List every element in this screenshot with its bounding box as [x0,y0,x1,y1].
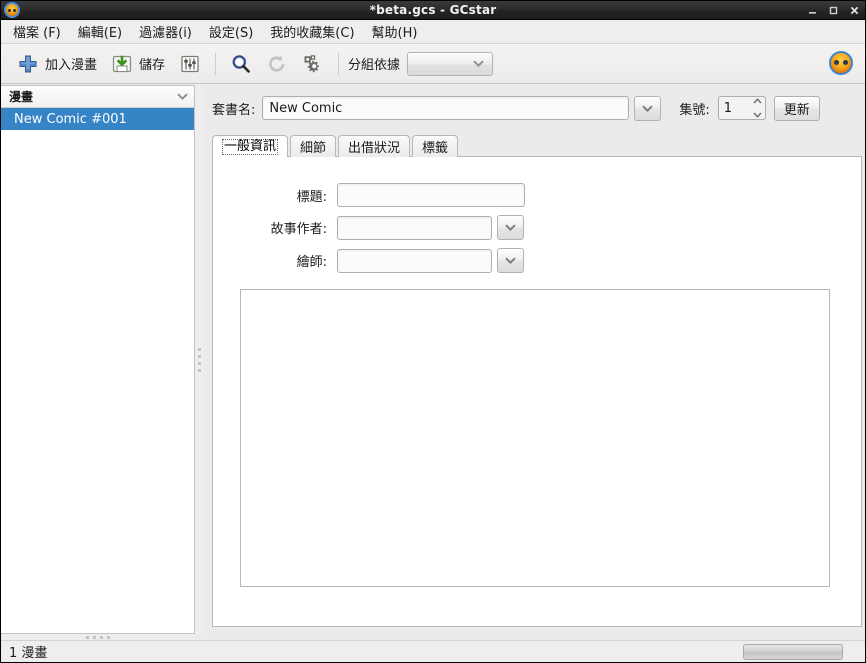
window-controls [807,0,860,20]
menu-settings[interactable]: 設定(S) [201,19,262,44]
field-row-artist: 繪師: [213,248,861,273]
tab-details-label: 細節 [300,141,327,156]
toolbar-separator-2 [338,52,340,75]
chevron-down-icon [505,224,516,231]
series-input[interactable] [262,96,630,120]
gears-icon [304,54,319,72]
add-comic-label: 加入漫畫 [45,58,98,73]
issue-stepper[interactable] [717,96,766,120]
toolbar-separator-1 [215,52,217,75]
resize-grip[interactable] [743,644,843,660]
reload-icon [269,54,285,72]
search-icon [232,54,250,73]
title-input[interactable] [337,183,525,207]
save-button[interactable]: 儲存 [104,49,172,79]
plus-icon [19,55,37,72]
writer-label: 故事作者: [270,222,327,237]
window-title: *beta.gcs - GCstar [369,2,497,17]
tab-general-label: 一般資訊 [222,138,279,155]
sidebar-column-header[interactable]: 漫畫 [1,86,194,108]
collection-sidebar: 漫畫 New Comic #001 [1,85,195,634]
statusbar: 1 漫畫 [0,640,866,662]
menu-file[interactable]: 檔案 (F) [5,19,70,44]
plugins-button[interactable] [295,49,331,79]
groupby-label: 分組依據 [348,58,401,73]
search-button[interactable] [223,49,259,79]
vertical-splitter[interactable] [195,85,204,634]
manage-fields-button[interactable] [172,49,208,79]
series-dropdown-button[interactable] [634,95,662,121]
issue-label: 集號: [679,102,710,118]
artist-dropdown-button[interactable] [497,248,524,273]
save-icon [112,55,132,72]
tab-bar: 一般資訊 細節 出借狀況 標籤 [205,133,861,157]
title-label: 標題: [296,189,327,205]
update-button[interactable]: 更新 [773,95,820,121]
chevron-down-icon [642,104,654,112]
chevron-down-icon [473,60,484,67]
close-icon[interactable] [849,5,860,16]
chevron-up-icon[interactable] [753,98,762,104]
series-label: 套書名: [212,102,256,118]
artist-input[interactable] [337,248,492,273]
menubar: 檔案 (F) 編輯(E) 過濾器(i) 設定(S) 我的收藏集(C) 幫助(H) [0,20,866,44]
add-comic-button[interactable]: 加入漫畫 [10,49,104,79]
toolbar: 加入漫畫 儲存 分組依據 [0,44,866,84]
save-label: 儲存 [139,58,166,73]
tab-lending-label: 出借狀況 [348,141,401,156]
list-item[interactable]: New Comic #001 [1,108,194,130]
maximize-icon[interactable] [828,5,839,16]
tab-general[interactable]: 一般資訊 [212,135,289,157]
gcstar-logo-icon[interactable] [829,51,853,75]
sidebar-item-label: New Comic #001 [14,111,127,127]
description-textarea[interactable] [240,289,830,587]
status-text: 1 漫畫 [9,646,48,661]
tab-lending[interactable]: 出借狀況 [338,135,411,157]
artist-label: 繪師: [296,255,327,270]
gcstar-window: *beta.gcs - GCstar 檔案 (F) 編輯(E) 過濾器(i) 設… [0,0,866,663]
general-info-form: 標題: 故事作者: 繪師: [213,157,861,587]
writer-input[interactable] [337,215,492,240]
chevron-down-icon [505,257,516,264]
tab-tags-label: 標籤 [422,141,449,156]
gcstar-logo-icon [4,1,20,18]
tab-panel-general: 標題: 故事作者: 繪師: [212,156,862,627]
series-row: 套書名: 集號: 更新 [205,95,861,121]
menu-edit[interactable]: 編輯(E) [70,19,131,44]
tab-details[interactable]: 細節 [290,135,337,157]
reload-button[interactable] [259,49,295,79]
minimize-icon[interactable] [807,5,818,16]
field-row-title: 標題: [213,183,861,207]
sliders-icon [181,55,199,72]
issue-spin-arrows[interactable] [753,98,762,118]
field-row-writer: 故事作者: [213,215,861,240]
writer-dropdown-button[interactable] [497,215,524,240]
groupby-select[interactable] [407,51,494,76]
window-titlebar: *beta.gcs - GCstar [0,0,866,20]
tab-tags[interactable]: 標籤 [412,135,459,157]
item-editor-panel: 套書名: 集號: 更新 [205,95,862,630]
menu-help[interactable]: 幫助(H) [364,19,427,44]
sidebar-header-label: 漫畫 [9,90,34,104]
menu-filter[interactable]: 過濾器(i) [131,19,201,44]
menu-collection[interactable]: 我的收藏集(C) [262,19,363,44]
chevron-down-icon[interactable] [753,112,762,118]
chevron-down-icon [177,93,188,100]
